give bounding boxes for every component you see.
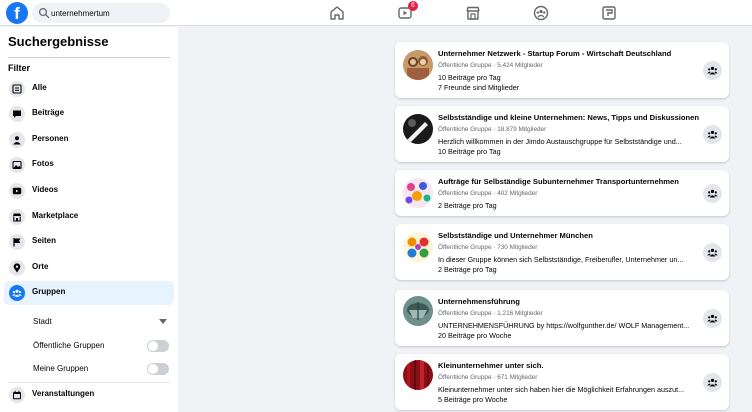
sidebar-item-personen[interactable]: Personen <box>4 128 174 152</box>
group-result-card[interactable]: Selbstständige und kleine Unternehmen: N… <box>395 106 729 162</box>
group-result-card[interactable]: Unternehmensführung Öffentliche Gruppe ·… <box>395 290 729 346</box>
group-activity: 2 Beiträge pro Tag <box>438 265 497 274</box>
join-group-button[interactable] <box>703 243 722 262</box>
group-activity: 2 Beiträge pro Tag <box>438 201 497 210</box>
group-result-card[interactable]: Unternehmer Netzwerk - Startup Forum - W… <box>395 42 729 98</box>
group-activity: 20 Beiträge pro Woche <box>438 331 512 340</box>
group-title[interactable]: Unternehmensführung <box>438 297 520 306</box>
public-groups-filter-label: Öffentliche Gruppen <box>33 341 105 350</box>
group-friends-info: 7 Freunde sind Mitglieder <box>438 83 520 92</box>
sidebar-item-videos[interactable]: Videos <box>4 179 174 203</box>
group-title[interactable]: Unternehmer Netzwerk - Startup Forum - W… <box>438 49 671 58</box>
groups-icon <box>707 130 718 139</box>
group-description: UNTERNEHMENSFÜHRUNG by https://wolfgunth… <box>438 321 690 330</box>
join-group-button[interactable] <box>703 184 722 203</box>
group-title[interactable]: Selbstständige und Unternehmer München <box>438 231 593 240</box>
events-icon <box>9 387 25 403</box>
sidebar-item-gruppen[interactable]: Gruppen <box>4 281 174 305</box>
group-avatar[interactable] <box>403 360 433 390</box>
public-groups-toggle[interactable] <box>147 340 169 352</box>
sidebar-item-veranstaltungen[interactable]: Veranstaltungen <box>4 383 174 407</box>
sidebar-item-fotos[interactable]: Fotos <box>4 153 174 177</box>
sidebar-item-label: Orte <box>32 262 49 271</box>
group-activity: 10 Beiträge pro Tag <box>438 147 501 156</box>
filter-heading: Filter <box>8 63 31 73</box>
group-meta: Öffentliche Gruppe · 5.424 Mitglieder <box>438 62 543 69</box>
groups-icon <box>9 285 25 301</box>
photos-icon <box>9 157 25 173</box>
posts-icon <box>9 106 25 122</box>
top-navigation-bar: f 6 <box>0 0 752 26</box>
sidebar-item-label: Alle <box>32 83 47 92</box>
groups-icon <box>707 314 718 323</box>
group-avatar[interactable] <box>403 50 433 80</box>
join-group-button[interactable] <box>703 309 722 328</box>
city-filter-label[interactable]: Stadt <box>33 317 52 326</box>
gaming-icon[interactable] <box>600 4 618 22</box>
group-description: Herzlich willkommen in der Jimdo Austaus… <box>438 137 682 146</box>
sidebar-item-label: Veranstaltungen <box>32 389 95 398</box>
search-icon <box>38 7 50 19</box>
people-icon <box>9 132 25 148</box>
groups-icon[interactable] <box>532 4 550 22</box>
group-avatar[interactable] <box>403 178 433 208</box>
group-title[interactable]: Kleinunternehmer unter sich. <box>438 361 544 370</box>
group-result-card[interactable]: Selbstständige und Unternehmer München Ö… <box>395 224 729 280</box>
group-result-card[interactable]: Kleinunternehmer unter sich. Öffentliche… <box>395 354 729 410</box>
group-meta: Öffentliche Gruppe · 1.216 Mitglieder <box>438 310 543 317</box>
my-groups-filter-label: Meine Gruppen <box>33 364 89 373</box>
join-group-button[interactable] <box>703 61 722 80</box>
pages-icon <box>9 234 25 250</box>
sidebar-item-marketplace[interactable]: Marketplace <box>4 205 174 229</box>
sidebar-title: Suchergebnisse <box>8 34 109 49</box>
all-results-icon <box>9 81 25 97</box>
videos-icon <box>9 183 25 199</box>
sidebar-item-label: Gruppen <box>32 287 66 296</box>
search-box[interactable] <box>32 3 170 23</box>
group-meta: Öffentliche Gruppe · 671 Mitglieder <box>438 374 538 381</box>
sidebar-item-label: Seiten <box>32 236 57 245</box>
groups-icon <box>707 378 718 387</box>
group-meta: Öffentliche Gruppe · 730 Mitglieder <box>438 244 538 251</box>
groups-icon <box>707 189 718 198</box>
sidebar-item-label: Beiträge <box>32 108 65 117</box>
join-group-button[interactable] <box>703 373 722 392</box>
group-avatar[interactable] <box>403 232 433 262</box>
group-description: Kleinunternehmer unter sich haben hier d… <box>438 385 685 394</box>
group-description: In dieser Gruppe können sich Selbstständ… <box>438 255 684 264</box>
group-activity: 5 Beiträge pro Woche <box>438 395 508 404</box>
group-title[interactable]: Selbstständige und kleine Unternehmen: N… <box>438 113 699 122</box>
chevron-down-icon[interactable] <box>159 319 167 324</box>
search-filter-sidebar: Suchergebnisse Filter Alle Beiträge Pers… <box>0 27 178 412</box>
group-title[interactable]: Aufträge für Selbständige Subunternehmer… <box>438 177 679 186</box>
groups-icon <box>707 66 718 75</box>
sidebar-item-label: Personen <box>32 134 69 143</box>
home-icon[interactable] <box>328 4 346 22</box>
sidebar-item-label: Videos <box>32 185 59 194</box>
my-groups-toggle[interactable] <box>147 363 169 375</box>
facebook-logo[interactable]: f <box>6 2 28 24</box>
group-activity: 10 Beiträge pro Tag <box>438 73 501 82</box>
places-icon <box>9 260 25 276</box>
search-input[interactable] <box>51 5 165 21</box>
sidebar-item-seiten[interactable]: Seiten <box>4 230 174 254</box>
sidebar-item-label: Fotos <box>32 159 54 168</box>
sidebar-item-beitraege[interactable]: Beiträge <box>4 102 174 126</box>
group-meta: Öffentliche Gruppe · 402 Mitglieder <box>438 190 538 197</box>
group-avatar[interactable] <box>403 296 433 326</box>
sidebar-item-orte[interactable]: Orte <box>4 256 174 280</box>
groups-icon <box>707 248 718 257</box>
marketplace-icon[interactable] <box>464 4 482 22</box>
group-avatar[interactable] <box>403 114 433 144</box>
sidebar-item-label: Marketplace <box>32 211 79 220</box>
group-meta: Öffentliche Gruppe · 18.879 Mitglieder <box>438 126 547 133</box>
join-group-button[interactable] <box>703 125 722 144</box>
sidebar-item-alle[interactable]: Alle <box>4 77 174 101</box>
watch-notification-badge: 6 <box>408 1 418 11</box>
marketplace-icon <box>9 209 25 225</box>
group-result-card[interactable]: Aufträge für Selbständige Subunternehmer… <box>395 170 729 216</box>
sidebar-divider <box>8 57 170 58</box>
